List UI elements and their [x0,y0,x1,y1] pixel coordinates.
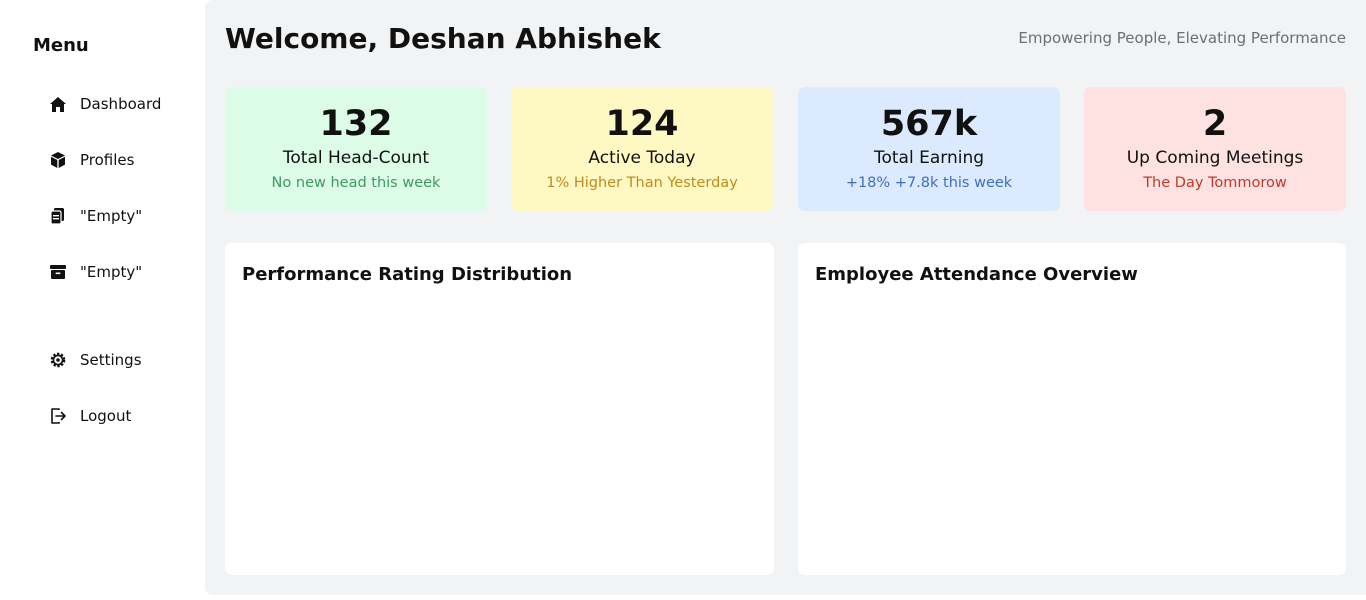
archive-icon [48,262,68,282]
sidebar-item-logout[interactable]: Logout [48,404,198,428]
gear-icon [48,350,68,370]
home-icon [48,94,68,114]
app-root: Menu Dashboard Profiles "Empty" "Empty" … [0,0,1366,600]
sidebar-item-label: Settings [80,351,142,369]
stat-label: Total Earning [873,148,985,168]
sidebar: Menu Dashboard Profiles "Empty" "Empty" … [0,0,205,600]
panel-title: Employee Attendance Overview [815,264,1138,285]
stat-label: Up Coming Meetings [1126,148,1304,168]
stat-value: 132 [319,104,393,144]
stat-subtext: The Day Tommorow [1143,175,1287,191]
sidebar-item-label: Profiles [80,151,135,169]
sidebar-item-label: "Empty" [80,263,143,281]
stat-subtext: +18% +7.8k this week [845,175,1013,191]
cube-icon [48,150,68,170]
stat-value: 2 [1202,104,1228,144]
stat-subtext: 1% Higher Than Yesterday [546,175,738,191]
performance-panel: Performance Rating Distribution [225,243,774,575]
stat-card-meetings: 2 Up Coming Meetings The Day Tommorow [1084,87,1346,211]
main-content: Welcome, Deshan Abhishek Empowering Peop… [205,0,1366,595]
tagline: Empowering People, Elevating Performance [1018,29,1346,47]
sidebar-item-empty-2[interactable]: "Empty" [48,260,198,284]
stat-value: 567k [880,104,978,144]
stat-subtext: No new head this week [271,175,441,191]
sidebar-item-settings[interactable]: Settings [48,348,198,372]
stat-label: Active Today [588,148,696,168]
logout-icon [48,406,68,426]
sidebar-item-profiles[interactable]: Profiles [48,148,198,172]
stat-card-headcount: 132 Total Head-Count No new head this we… [225,87,487,211]
clipboard-icon [48,206,68,226]
sidebar-item-label: "Empty" [80,207,143,225]
stat-card-active-today: 124 Active Today 1% Higher Than Yesterda… [511,87,773,211]
sidebar-item-empty-1[interactable]: "Empty" [48,204,198,228]
stat-value: 124 [605,104,679,144]
sidebar-item-dashboard[interactable]: Dashboard [48,92,198,116]
stat-card-total-earning: 567k Total Earning +18% +7.8k this week [798,87,1060,211]
menu-title: Menu [33,35,89,56]
stat-label: Total Head-Count [282,148,430,168]
sidebar-item-label: Logout [80,407,132,425]
attendance-panel: Employee Attendance Overview [798,243,1346,575]
panel-title: Performance Rating Distribution [242,264,573,285]
sidebar-item-label: Dashboard [80,95,162,113]
page-title: Welcome, Deshan Abhishek [225,22,661,55]
